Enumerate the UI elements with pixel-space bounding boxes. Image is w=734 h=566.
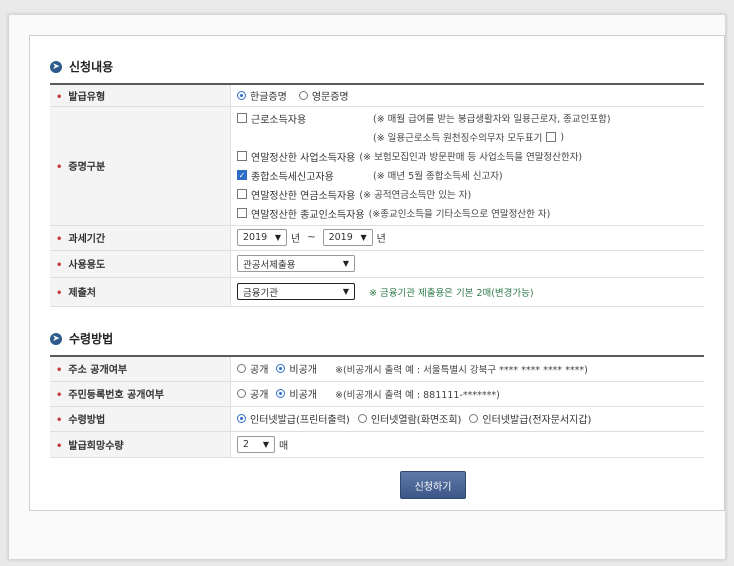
rrn-public-label: 공개 <box>250 390 269 401</box>
chevron-down-icon: ▼ <box>342 287 349 296</box>
cert-pension-label: 연말정산한 연금소득자용 <box>251 190 356 202</box>
row-tax-period: • 과세기간 2019 ▼ 년 ~ 2019 ▼ 년 <box>50 225 704 251</box>
cert-business-note: (※ 보험모집인과 방문판매 등 사업소득을 연말정산한자) <box>359 152 583 163</box>
cert-option-comprehensive: ✓ 종합소득세신고자용 (※ 매년 5월 종합소득세 신고자) <box>237 166 698 185</box>
copies-select[interactable]: 2 ▼ <box>237 435 275 453</box>
row-rrn-disclose: • 주민등록번호 공개여부 공개 비공개 ※(비공개시 출력 예 : 881111… <box>50 381 704 407</box>
row-submit-to: • 제출처 금융기관 ▼ ※ 금융기관 제출용은 기본 2매(변경가능) <box>50 277 704 307</box>
rrn-note: ※(비공개시 출력 예 : 881111-*******) <box>335 389 500 401</box>
chevron-down-icon: ▼ <box>342 259 349 268</box>
cert-option-religious: 연말정산한 종교인소득자용 (※종교인소득을 기타소득으로 연말정산한 자) <box>237 204 698 223</box>
purpose-select[interactable]: 관공서제출용 ▼ <box>237 255 355 272</box>
range-separator: ~ <box>307 232 316 243</box>
issue-type-english-radio[interactable] <box>298 90 308 100</box>
cert-earned-label: 근로소득자용 <box>251 114 307 126</box>
label-tax-period: • 과세기간 <box>50 225 231 251</box>
year-unit-label: 년 <box>376 234 386 245</box>
submit-to-note: ※ 금융기관 제출용은 기본 2매(변경가능) <box>369 287 534 299</box>
address-public-radio[interactable] <box>237 364 246 374</box>
page-frame: ➤ 신청내용 • 발급유형 한글증명 영문증명 • 증명구분 근로소득자용 (※… <box>8 14 726 560</box>
application-table: • 발급유형 한글증명 영문증명 • 증명구분 근로소득자용 (※ 매월 급여를… <box>50 83 704 307</box>
address-private-radio[interactable] <box>276 364 286 374</box>
submit-button[interactable]: 신청하기 <box>400 471 466 499</box>
label-rrn-disclose: • 주민등록번호 공개여부 <box>50 381 231 407</box>
cert-religious-note: (※종교인소득을 기타소득으로 연말정산한 자) <box>368 209 551 220</box>
rrn-public-radio[interactable] <box>237 389 246 398</box>
cert-pension-note: (※ 공적연금소득만 있는 자) <box>359 190 472 201</box>
cert-comprehensive-note: (※ 매년 5월 종합소득세 신고자) <box>373 171 503 182</box>
tax-period-from-select[interactable]: 2019 ▼ <box>237 229 287 246</box>
rrn-private-radio[interactable] <box>276 389 286 398</box>
address-private-label: 비공개 <box>289 365 318 377</box>
cert-withholding-subline: (※ 일용근로소득 원천징수의무자 모두표기 ) <box>237 128 698 147</box>
arrow-circle-icon: ➤ <box>50 332 62 345</box>
required-bullet: • <box>56 365 63 377</box>
cert-comprehensive-label: 종합소득세신고자용 <box>251 171 334 183</box>
required-bullet: • <box>56 162 63 173</box>
label-submit-to: • 제출처 <box>50 277 231 307</box>
cert-business-checkbox[interactable] <box>237 151 247 161</box>
label-receive-method: • 수령방법 <box>50 406 231 432</box>
required-bullet: • <box>56 415 63 426</box>
cert-option-business: 연말정산한 사업소득자용 (※ 보험모집인과 방문판매 등 사업소득을 연말정산… <box>237 147 698 166</box>
receive-print-radio[interactable] <box>237 414 246 423</box>
row-cert-type: • 증명구분 근로소득자용 (※ 매월 급여를 받는 봉급생활자와 일용근로자, … <box>50 106 704 226</box>
cert-comprehensive-checkbox[interactable]: ✓ <box>237 170 247 180</box>
receive-view-label: 인터넷열람(화면조회) <box>370 415 462 426</box>
receive-print-label: 인터넷발급(프린터출력) <box>250 415 350 426</box>
withholding-checkbox[interactable] <box>546 132 557 142</box>
chevron-down-icon: ▼ <box>262 439 269 449</box>
required-bullet: • <box>56 288 63 299</box>
required-bullet: • <box>56 260 63 271</box>
withholding-note: (※ 일용근로소득 원천징수의무자 모두표기 <box>373 133 543 144</box>
cert-religious-label: 연말정산한 종교인소득자용 <box>251 209 365 221</box>
cert-pension-checkbox[interactable] <box>237 189 247 199</box>
chevron-down-icon: ▼ <box>274 233 281 242</box>
section-title-text: 신청내용 <box>69 60 114 74</box>
receive-table: • 주소 공개여부 공개 비공개 ※(비공개시 출력 예 : 서울특별시 강북구 … <box>50 355 704 458</box>
row-issue-type: • 발급유형 한글증명 영문증명 <box>50 83 704 107</box>
cert-option-earned: 근로소득자용 (※ 매월 급여를 받는 봉급생활자와 일용근로자, 종교인포함) <box>237 109 698 128</box>
issue-type-korean-radio[interactable] <box>237 90 246 100</box>
label-address-disclose: • 주소 공개여부 <box>50 355 231 382</box>
label-copies: • 발급희망수량 <box>50 431 231 458</box>
row-address-disclose: • 주소 공개여부 공개 비공개 ※(비공개시 출력 예 : 서울특별시 강북구 … <box>50 355 704 382</box>
rrn-private-label: 비공개 <box>289 390 318 401</box>
receive-wallet-label: 인터넷발급(전자문서지갑) <box>482 415 592 426</box>
label-issue-type: • 발급유형 <box>50 83 231 107</box>
cert-earned-note: (※ 매월 급여를 받는 봉급생활자와 일용근로자, 종교인포함) <box>373 114 611 125</box>
row-receive-method: • 수령방법 인터넷발급(프린터출력) 인터넷열람(화면조회) 인터넷발급(전자문… <box>50 406 704 432</box>
year-unit-label: 년 <box>291 234 301 245</box>
label-cert-type: • 증명구분 <box>50 106 231 226</box>
label-purpose: • 사용용도 <box>50 250 231 278</box>
form-card: ➤ 신청내용 • 발급유형 한글증명 영문증명 • 증명구분 근로소득자용 (※… <box>29 35 725 511</box>
cert-earned-checkbox[interactable] <box>237 113 247 123</box>
section-title-application: ➤ 신청내용 <box>50 58 113 75</box>
cert-option-pension: 연말정산한 연금소득자용 (※ 공적연금소득만 있는 자) <box>237 185 698 204</box>
row-copies: • 발급희망수량 2 ▼ 매 <box>50 431 704 458</box>
submit-to-select[interactable]: 금융기관 ▼ <box>237 283 355 300</box>
withholding-note-close: ) <box>560 131 565 143</box>
arrow-circle-icon: ➤ <box>50 60 62 73</box>
chevron-down-icon: ▼ <box>360 233 367 242</box>
section-title-receive: ➤ 수령방법 <box>50 330 113 347</box>
row-purpose: • 사용용도 관공서제출용 ▼ <box>50 250 704 278</box>
tax-period-to-select[interactable]: 2019 ▼ <box>322 229 373 246</box>
section-title-text: 수령방법 <box>69 332 114 346</box>
issue-type-korean-label: 한글증명 <box>250 91 287 103</box>
receive-wallet-radio[interactable] <box>469 414 479 423</box>
cert-business-label: 연말정산한 사업소득자용 <box>251 152 356 164</box>
required-bullet: • <box>56 234 63 245</box>
address-public-label: 공개 <box>250 365 269 377</box>
required-bullet: • <box>56 91 63 103</box>
cert-religious-checkbox[interactable] <box>237 208 247 218</box>
address-note: ※(비공개시 출력 예 : 서울특별시 강북구 **** **** **** *… <box>335 364 588 376</box>
receive-view-radio[interactable] <box>357 414 367 423</box>
copies-unit-label: 매 <box>279 440 289 452</box>
required-bullet: • <box>56 390 63 401</box>
issue-type-english-label: 영문증명 <box>311 91 349 103</box>
required-bullet: • <box>56 440 63 452</box>
